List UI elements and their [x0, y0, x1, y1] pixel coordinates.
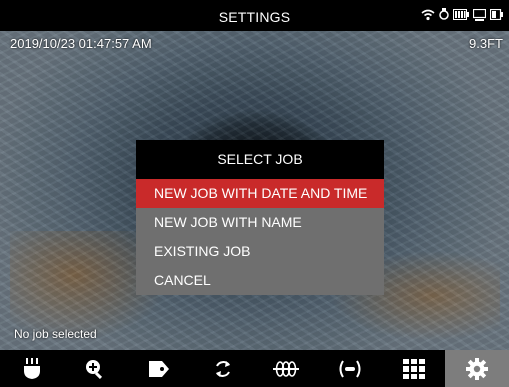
select-job-dialog: SELECT JOB NEW JOB WITH DATE AND TIME NE… — [136, 140, 384, 295]
zoom-button[interactable] — [64, 350, 128, 387]
menu-item-new-job-date-time[interactable]: NEW JOB WITH DATE AND TIME — [136, 179, 384, 208]
grid-button[interactable] — [382, 350, 446, 387]
external-battery-icon — [490, 9, 503, 20]
job-status: No job selected — [14, 327, 97, 341]
camera-icon — [439, 8, 449, 20]
zoom-in-icon — [86, 359, 103, 379]
dialog-title: SELECT JOB — [136, 140, 384, 179]
top-bar: SETTINGS — [0, 0, 509, 31]
bottom-toolbar — [0, 350, 509, 387]
settings-button[interactable] — [445, 350, 509, 387]
distance-readout: 9.3FT — [469, 36, 503, 51]
lights-button[interactable] — [0, 350, 64, 387]
transmitter-button[interactable] — [318, 350, 382, 387]
battery-icon — [453, 9, 469, 20]
monitor-icon — [473, 8, 486, 21]
rotate-button[interactable] — [191, 350, 255, 387]
gear-icon — [466, 357, 489, 380]
lights-icon — [23, 357, 40, 379]
wifi-icon — [421, 9, 435, 20]
timestamp: 2019/10/23 01:47:57 AM — [10, 36, 152, 51]
menu-item-new-job-name[interactable]: NEW JOB WITH NAME — [136, 208, 384, 237]
menu-item-cancel[interactable]: CANCEL — [136, 266, 384, 295]
sonde-button[interactable] — [255, 350, 319, 387]
status-icons — [421, 8, 503, 21]
sonde-icon — [273, 360, 300, 377]
grid-icon — [402, 358, 425, 379]
tag-icon — [149, 360, 170, 377]
tag-button[interactable] — [127, 350, 191, 387]
screen: SETTINGS 2019/10/23 01:47:57 AM 9.3FT No… — [0, 0, 509, 387]
transmitter-icon — [339, 359, 361, 378]
menu-item-existing-job[interactable]: EXISTING JOB — [136, 237, 384, 266]
rotate-icon — [215, 360, 230, 377]
